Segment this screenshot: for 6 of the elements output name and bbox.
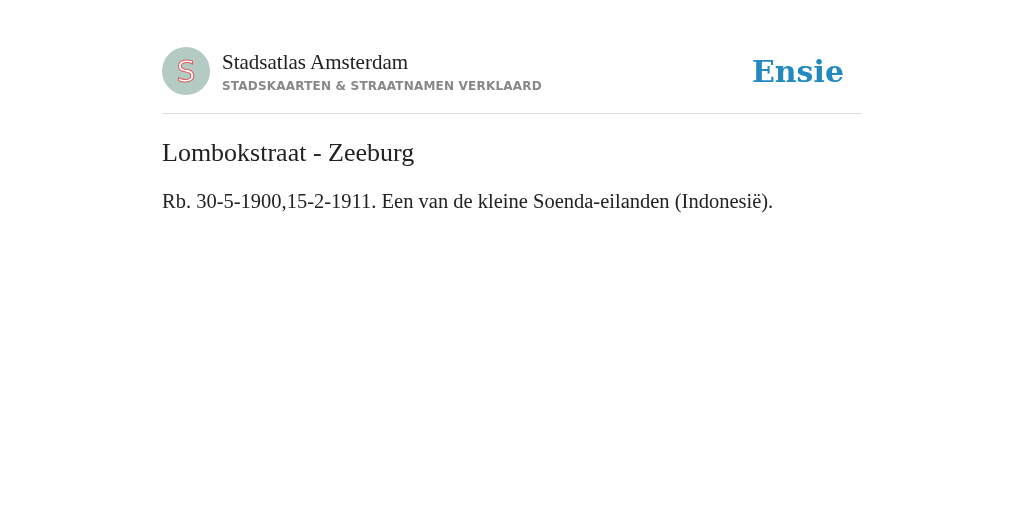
- article-title: Lombokstraat - Zeeburg: [162, 138, 416, 168]
- site-title[interactable]: Stadsatlas Amsterdam: [222, 49, 542, 75]
- logo-badge: S: [162, 47, 210, 95]
- brand-logo[interactable]: Ensie: [751, 53, 844, 89]
- tagline: STADSKAARTEN & STRAATNAMEN VERKLAARD: [222, 78, 542, 93]
- article-text: Rb. 30-5-1900,15-2-1911. Een van de kleine Soenda-eilanden (Indonesië).: [162, 190, 775, 213]
